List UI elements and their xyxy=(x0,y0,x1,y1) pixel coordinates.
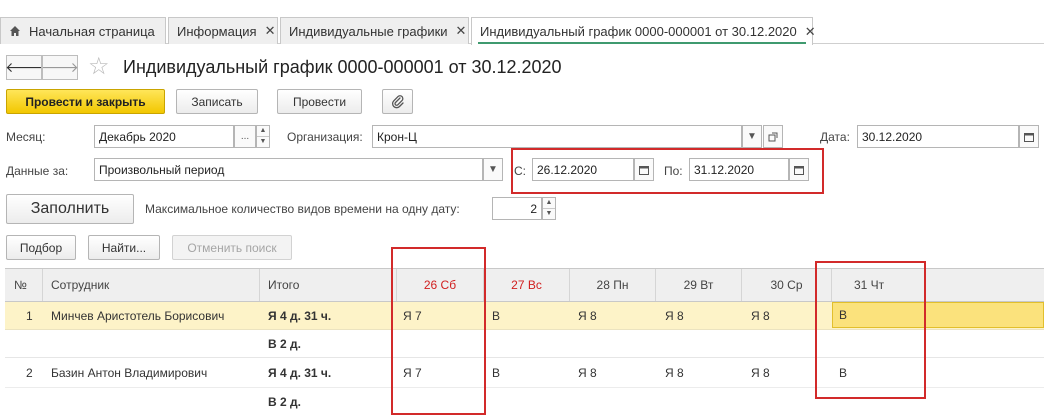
paperclip-icon xyxy=(391,94,404,108)
period-highlight-box xyxy=(511,148,824,194)
day-cell[interactable]: Я 8 xyxy=(578,359,597,387)
col-header-num[interactable]: № xyxy=(6,269,43,301)
day-31-highlight-box xyxy=(815,261,926,399)
day-cell[interactable]: Я 8 xyxy=(751,359,770,387)
tab-current-document[interactable]: Индивидуальный график 0000-000001 от 30.… xyxy=(471,17,816,45)
save-button[interactable]: Записать xyxy=(176,89,258,114)
organization-label: Организация: xyxy=(287,130,363,144)
col-header-day-27[interactable]: 27 Вс xyxy=(484,269,570,301)
calendar-icon xyxy=(1024,132,1034,142)
tab-information-label: Информация xyxy=(177,23,257,39)
active-tab-underline xyxy=(478,42,806,44)
favorite-star-icon[interactable]: ☆ xyxy=(88,53,110,81)
back-button[interactable]: 🡐 xyxy=(5,55,43,80)
data-for-field[interactable]: Произвольный период xyxy=(94,158,483,181)
organization-open-button[interactable] xyxy=(763,125,783,148)
spin-up-icon[interactable]: ▲ xyxy=(257,126,269,137)
spin-down-icon[interactable]: ▼ xyxy=(543,209,555,220)
post-and-close-button[interactable]: Провести и закрыть xyxy=(6,89,165,114)
month-label: Месяц: xyxy=(6,130,46,144)
spin-down-icon[interactable]: ▼ xyxy=(257,137,269,148)
tab-home-label: Начальная страница xyxy=(29,23,155,39)
row-number: 2 xyxy=(26,366,33,380)
spin-up-icon[interactable]: ▲ xyxy=(543,198,555,209)
month-select-button[interactable]: ... xyxy=(234,125,256,148)
day-cell[interactable]: В xyxy=(492,359,500,387)
tab-information[interactable]: Информация ✕ xyxy=(168,17,278,44)
data-for-dropdown-button[interactable]: ▼ xyxy=(483,158,503,181)
date-label: Дата: xyxy=(820,130,850,144)
chevron-down-icon: ▼ xyxy=(747,131,757,142)
fill-button[interactable]: Заполнить xyxy=(6,194,134,224)
find-button[interactable]: Найти... xyxy=(88,235,160,260)
col-header-total[interactable]: Итого xyxy=(260,269,397,301)
row-number: 1 xyxy=(26,308,33,323)
chevron-down-icon: ▼ xyxy=(488,164,498,175)
max-types-label: Максимальное количество видов времени на… xyxy=(145,202,460,216)
total-work: Я 4 д. 31 ч. xyxy=(268,308,332,323)
forward-button[interactable]: 🡒 xyxy=(41,55,79,80)
max-types-field[interactable]: 2 xyxy=(492,197,542,220)
employee-name[interactable]: Минчев Аристотель Борисович xyxy=(51,302,224,329)
day-26-highlight-box xyxy=(391,247,486,415)
col-header-day-28[interactable]: 28 Пн xyxy=(570,269,656,301)
attach-button[interactable] xyxy=(382,89,413,114)
home-icon xyxy=(9,25,21,37)
day-cell[interactable]: Я 8 xyxy=(665,359,684,387)
tab-individual-schedules[interactable]: Индивидуальные графики ✕ xyxy=(280,17,469,44)
post-button[interactable]: Провести xyxy=(277,89,362,114)
tab-individual-schedules-label: Индивидуальные графики xyxy=(289,23,448,39)
day-cell[interactable]: Я 8 xyxy=(751,302,770,329)
col-header-day-29[interactable]: 29 Вт xyxy=(656,269,742,301)
max-types-spinner[interactable]: ▲ ▼ xyxy=(542,197,556,220)
organization-field[interactable]: Крон-Ц xyxy=(372,125,742,148)
tab-home[interactable]: Начальная страница xyxy=(0,17,166,44)
page-title: Индивидуальный график 0000-000001 от 30.… xyxy=(123,57,562,77)
date-field[interactable]: 30.12.2020 xyxy=(857,125,1019,148)
arrow-left-icon: 🡐 xyxy=(5,59,43,75)
tab-current-document-label: Индивидуальный график 0000-000001 от 30.… xyxy=(480,24,797,39)
month-field[interactable]: Декабрь 2020 xyxy=(94,125,234,148)
day-cell[interactable]: Я 8 xyxy=(665,302,684,329)
tab-bar-top-strip xyxy=(0,0,1044,16)
data-for-label: Данные за: xyxy=(6,164,69,178)
total-work: Я 4 д. 31 ч. xyxy=(268,366,332,380)
close-icon[interactable]: ✕ xyxy=(265,23,276,39)
date-calendar-button[interactable] xyxy=(1019,125,1039,148)
total-weekend: В 2 д. xyxy=(268,336,301,351)
organization-dropdown-button[interactable]: ▼ xyxy=(742,125,762,148)
close-icon[interactable]: ✕ xyxy=(456,23,467,39)
close-icon[interactable]: ✕ xyxy=(805,24,816,40)
month-spinner[interactable]: ▲ ▼ xyxy=(256,125,270,148)
select-button[interactable]: Подбор xyxy=(6,235,76,260)
arrow-right-icon: 🡒 xyxy=(41,59,79,75)
col-header-employee[interactable]: Сотрудник xyxy=(43,269,260,301)
employee-name[interactable]: Базин Антон Владимирович xyxy=(51,359,207,387)
day-cell[interactable]: В xyxy=(492,302,500,329)
day-cell[interactable]: Я 8 xyxy=(578,302,597,329)
open-link-icon xyxy=(768,132,778,141)
total-weekend: В 2 д. xyxy=(268,395,301,409)
cancel-search-button[interactable]: Отменить поиск xyxy=(172,235,292,260)
